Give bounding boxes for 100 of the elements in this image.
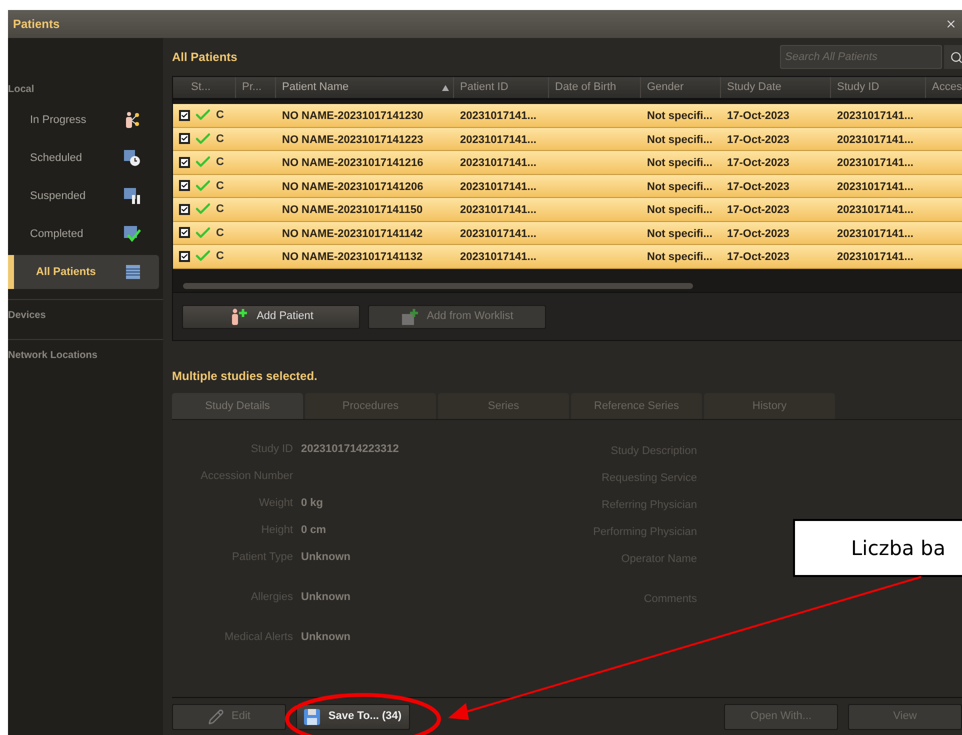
callout-box: Liczba ba (793, 519, 962, 577)
table-cell: 17-Oct-2023 (727, 180, 790, 193)
sidebar-item[interactable]: Completed (8, 217, 159, 251)
checkmark-icon (181, 228, 188, 238)
checkmark-icon (181, 134, 188, 144)
table-cell-text: C (216, 249, 224, 264)
table-cell-text: C (216, 178, 224, 194)
table-cell: 20231017141... (837, 157, 914, 170)
checkbox[interactable] (179, 250, 190, 262)
table-cell: 20231017141... (460, 134, 536, 146)
list-check-icon (123, 225, 141, 243)
table-cell: 20231017141... (460, 251, 536, 264)
sidebar-item[interactable]: Scheduled (8, 141, 159, 175)
column-header[interactable]: Date of Birth (549, 77, 641, 98)
table-cell: 20231017141... (837, 204, 914, 216)
table-cell-text: C (216, 202, 224, 217)
column-header[interactable]: Gender (641, 77, 721, 98)
checkbox[interactable] (179, 156, 190, 168)
toolbar-button[interactable]: Add Patient (182, 304, 360, 328)
sidebar-item[interactable]: All Patients (8, 255, 159, 289)
table-cell: 17-Oct-2023 (727, 157, 790, 170)
table-cell: 20231017141... (837, 228, 914, 240)
search-button[interactable] (944, 45, 962, 69)
horizontal-scrollbar[interactable] (183, 283, 693, 289)
table-row[interactable]: C NO NAME-20231017141223 20231017141... Not specifi... 17-Oct-2023 20231017141... (173, 128, 962, 151)
close-icon[interactable] (945, 18, 957, 30)
table-cell-text: C (216, 108, 224, 123)
checkbox[interactable] (179, 180, 190, 192)
field-value: 0 kg (301, 496, 324, 512)
table-cell: 20231017141... (837, 110, 914, 122)
add-list-icon (400, 308, 419, 326)
table-row[interactable]: C NO NAME-20231017141132 20231017141... Not specifi... 17-Oct-2023 20231017141... (173, 245, 962, 268)
tab[interactable]: History (704, 393, 835, 419)
table-cell: NO NAME-20231017141150 (282, 204, 423, 216)
table-row[interactable]: C NO NAME-20231017141216 20231017141... Not specifi... 17-Oct-2023 20231017141... (173, 151, 962, 174)
table-cell-text: C (216, 132, 224, 146)
column-header[interactable]: Study ID (831, 77, 926, 98)
table-cell: Not specifi... (647, 110, 712, 122)
checkmark-icon (181, 204, 188, 214)
table-cell: 20231017141... (460, 180, 536, 193)
action-button[interactable]: Save To... (34) (296, 704, 410, 730)
table-cell: 17-Oct-2023 (727, 110, 790, 122)
checkbox[interactable] (179, 227, 190, 238)
pencil-icon (208, 708, 224, 724)
table-cell: NO NAME-20231017141230 (282, 110, 424, 122)
sidebar-item[interactable]: Suspended (8, 179, 159, 213)
table-cell: 20231017141... (837, 251, 914, 264)
table-cell: NO NAME-20231017141216 (282, 157, 424, 170)
table-row[interactable]: C NO NAME-20231017141150 20231017141... Not specifi... 17-Oct-2023 20231017141... (173, 198, 962, 222)
table-cell: Not specifi... (647, 157, 712, 170)
sidebar-item[interactable]: In Progress (8, 103, 159, 137)
section-header: Devices (8, 309, 47, 323)
table-cell-text: C (216, 226, 224, 240)
window-title: Patients (13, 16, 60, 33)
checkbox[interactable] (179, 204, 190, 215)
tab[interactable]: Study Details (172, 393, 303, 419)
list-pause-icon (123, 187, 141, 205)
status-message: Multiple studies selected. (172, 368, 318, 385)
table-cell: NO NAME-20231017141206 (282, 180, 424, 193)
table-row[interactable]: C NO NAME-20231017141142 20231017141... Not specifi... 17-Oct-2023 20231017141... (173, 222, 962, 245)
column-header[interactable]: St... (173, 77, 236, 98)
checkbox[interactable] (179, 110, 190, 121)
table-row[interactable]: C NO NAME-20231017141206 20231017141... Not specifi... 17-Oct-2023 20231017141... (173, 174, 962, 198)
table-cell: 20231017141... (837, 134, 914, 146)
table-cell: Not specifi... (647, 228, 712, 240)
column-header[interactable]: Acces (926, 77, 962, 98)
column-header[interactable]: Patient ID (454, 77, 549, 98)
table-cell: 20231017141... (460, 157, 536, 170)
table-cell: 17-Oct-2023 (727, 134, 790, 146)
table-cell: Not specifi... (647, 251, 712, 264)
tab[interactable]: Series (438, 393, 569, 419)
checkmark-icon (181, 110, 188, 120)
table-cell: 20231017141... (460, 110, 536, 122)
calendar-clock-icon (123, 149, 141, 167)
checkbox[interactable] (179, 133, 190, 144)
section-header: Network Locations (8, 349, 98, 363)
field-value: Unknown (301, 550, 350, 566)
tab[interactable]: Procedures (305, 393, 436, 419)
tab[interactable]: Reference Series (571, 393, 702, 419)
column-header[interactable]: Patient Name (276, 77, 454, 98)
list-icon (125, 264, 141, 280)
search-icon (950, 50, 962, 64)
table-cell: 20231017141... (460, 228, 536, 240)
table-cell: NO NAME-20231017141132 (282, 251, 423, 264)
table-cell: Not specifi... (647, 180, 712, 193)
field-value: Unknown (301, 630, 350, 646)
section-title: All Patients (172, 49, 238, 66)
table-cell: 20231017141... (460, 204, 536, 216)
table-cell: NO NAME-20231017141142 (282, 228, 423, 240)
table-cell: Not specifi... (647, 204, 712, 216)
table-cell-text: C (216, 155, 224, 170)
person-icon (123, 111, 141, 129)
field-value: 0 cm (301, 523, 326, 538)
checkmark-icon (181, 158, 188, 167)
column-header[interactable]: Pr... (236, 77, 276, 98)
table-cell: Not specifi... (647, 134, 712, 146)
table-row[interactable]: C NO NAME-20231017141230 20231017141... Not specifi... 17-Oct-2023 20231017141... (173, 104, 962, 128)
section-header: Local (8, 83, 36, 97)
field-value: Unknown (301, 590, 350, 606)
column-header[interactable]: Study Date (721, 77, 831, 98)
